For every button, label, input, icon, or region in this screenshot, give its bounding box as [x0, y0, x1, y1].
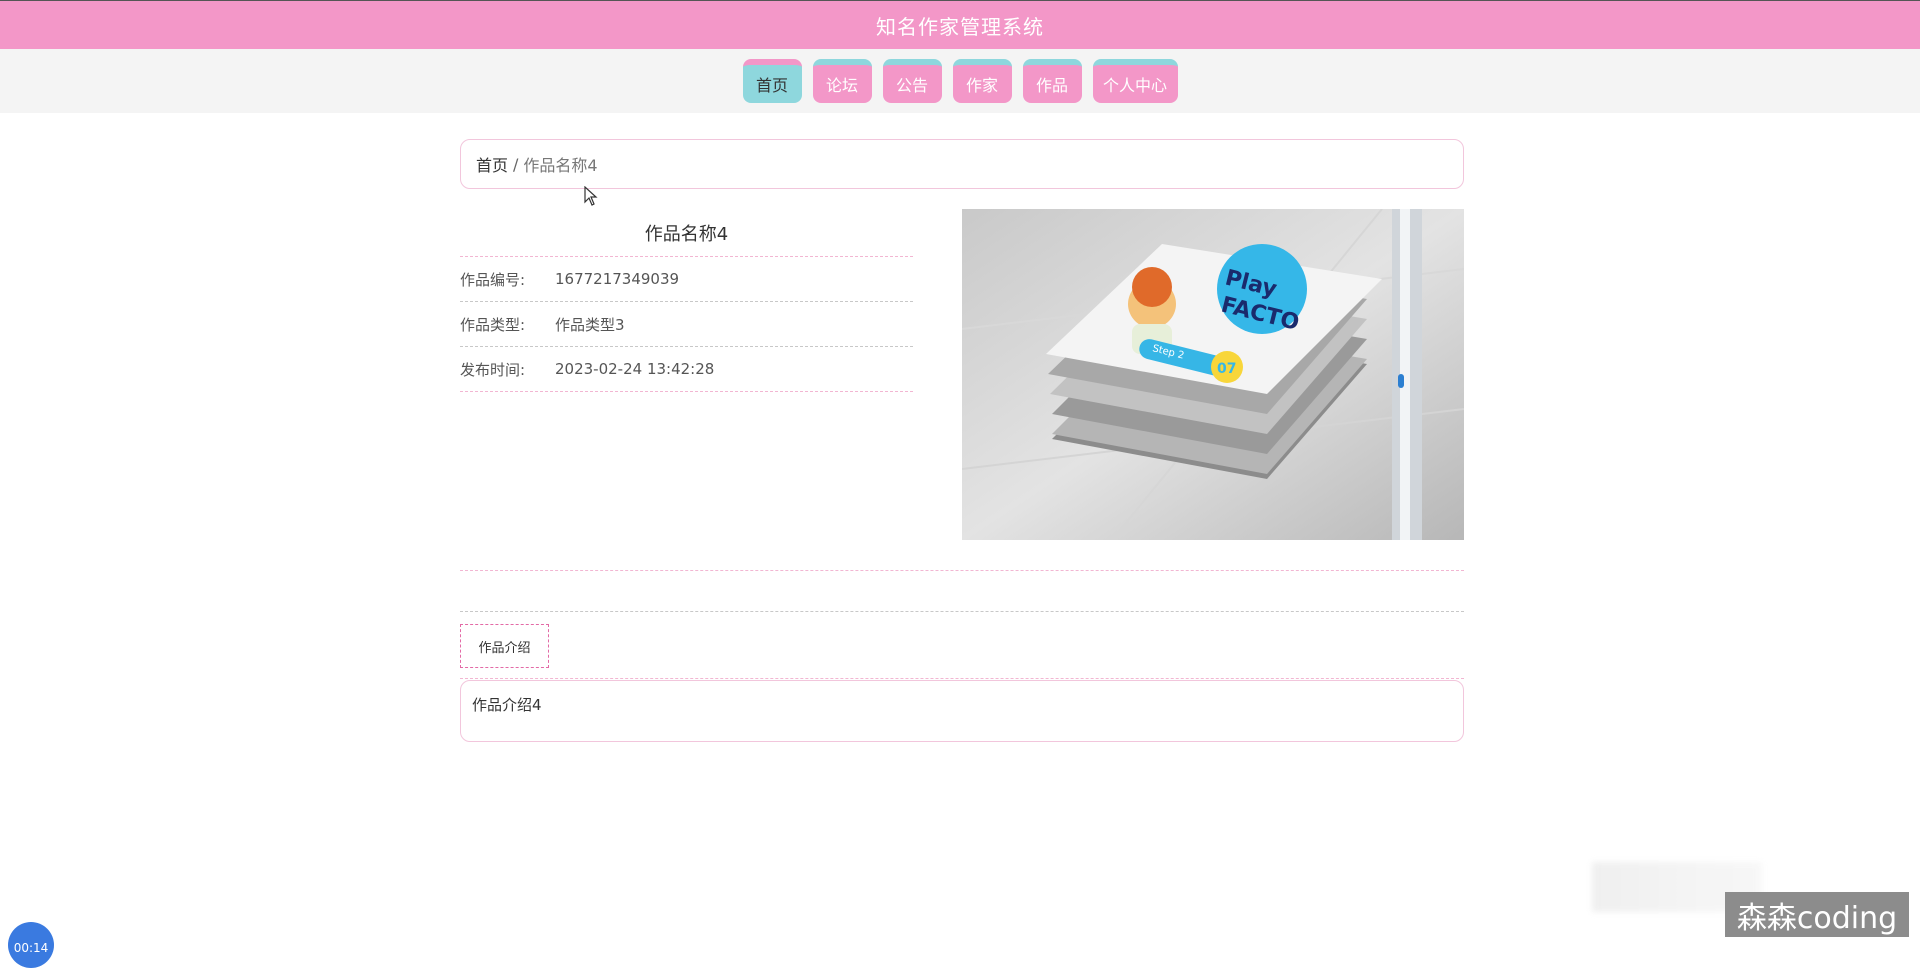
work-description-panel: 作品介绍4	[460, 680, 1464, 742]
section-divider	[460, 611, 1464, 612]
breadcrumb-current: 作品名称4	[523, 156, 598, 175]
nav-item-home[interactable]: 首页	[742, 59, 802, 103]
nav-item-personal-center[interactable]: 个人中心	[1092, 59, 1178, 103]
site-title: 知名作家管理系统	[876, 14, 1044, 39]
tab-work-intro[interactable]: 作品介绍	[460, 624, 549, 668]
info-value: 作品类型3	[555, 315, 625, 334]
watermark: 森森coding	[1725, 892, 1909, 937]
work-title: 作品名称4	[460, 210, 913, 257]
info-label: 发布时间:	[460, 360, 526, 379]
info-row-publish-time: 发布时间: 2023-02-24 13:42:28	[460, 347, 913, 392]
info-label: 作品类型:	[460, 315, 526, 334]
breadcrumb-home-link[interactable]: 首页	[476, 152, 508, 176]
work-cover-image: Play FACTO Step 2 07	[962, 209, 1464, 540]
nav-item-forum[interactable]: 论坛	[812, 59, 872, 103]
info-row-id: 作品编号: 1677217349039	[460, 257, 913, 302]
nav-item-works[interactable]: 作品	[1022, 59, 1082, 103]
info-value: 1677217349039	[555, 270, 680, 288]
info-value: 2023-02-24 13:42:28	[555, 360, 715, 378]
cover-step-number: 07	[1217, 361, 1236, 377]
breadcrumb: 首页 / 作品名称4	[460, 139, 1464, 189]
site-header: 知名作家管理系统	[0, 0, 1920, 49]
work-description-text: 作品介绍4	[472, 696, 542, 714]
nav-item-announcement[interactable]: 公告	[882, 59, 942, 103]
recording-timer: 00:14	[8, 922, 54, 968]
breadcrumb-separator: /	[513, 154, 519, 174]
section-divider	[460, 570, 1464, 571]
info-row-type: 作品类型: 作品类型3	[460, 302, 913, 347]
info-label: 作品编号:	[460, 270, 526, 289]
work-info-panel: 作品名称4 作品编号: 1677217349039 作品类型: 作品类型3 发布…	[460, 210, 913, 392]
tab-divider	[460, 678, 1464, 679]
nav-item-writer[interactable]: 作家	[952, 59, 1012, 103]
nav-bar: 首页 论坛 公告 作家 作品 个人中心	[0, 49, 1920, 113]
